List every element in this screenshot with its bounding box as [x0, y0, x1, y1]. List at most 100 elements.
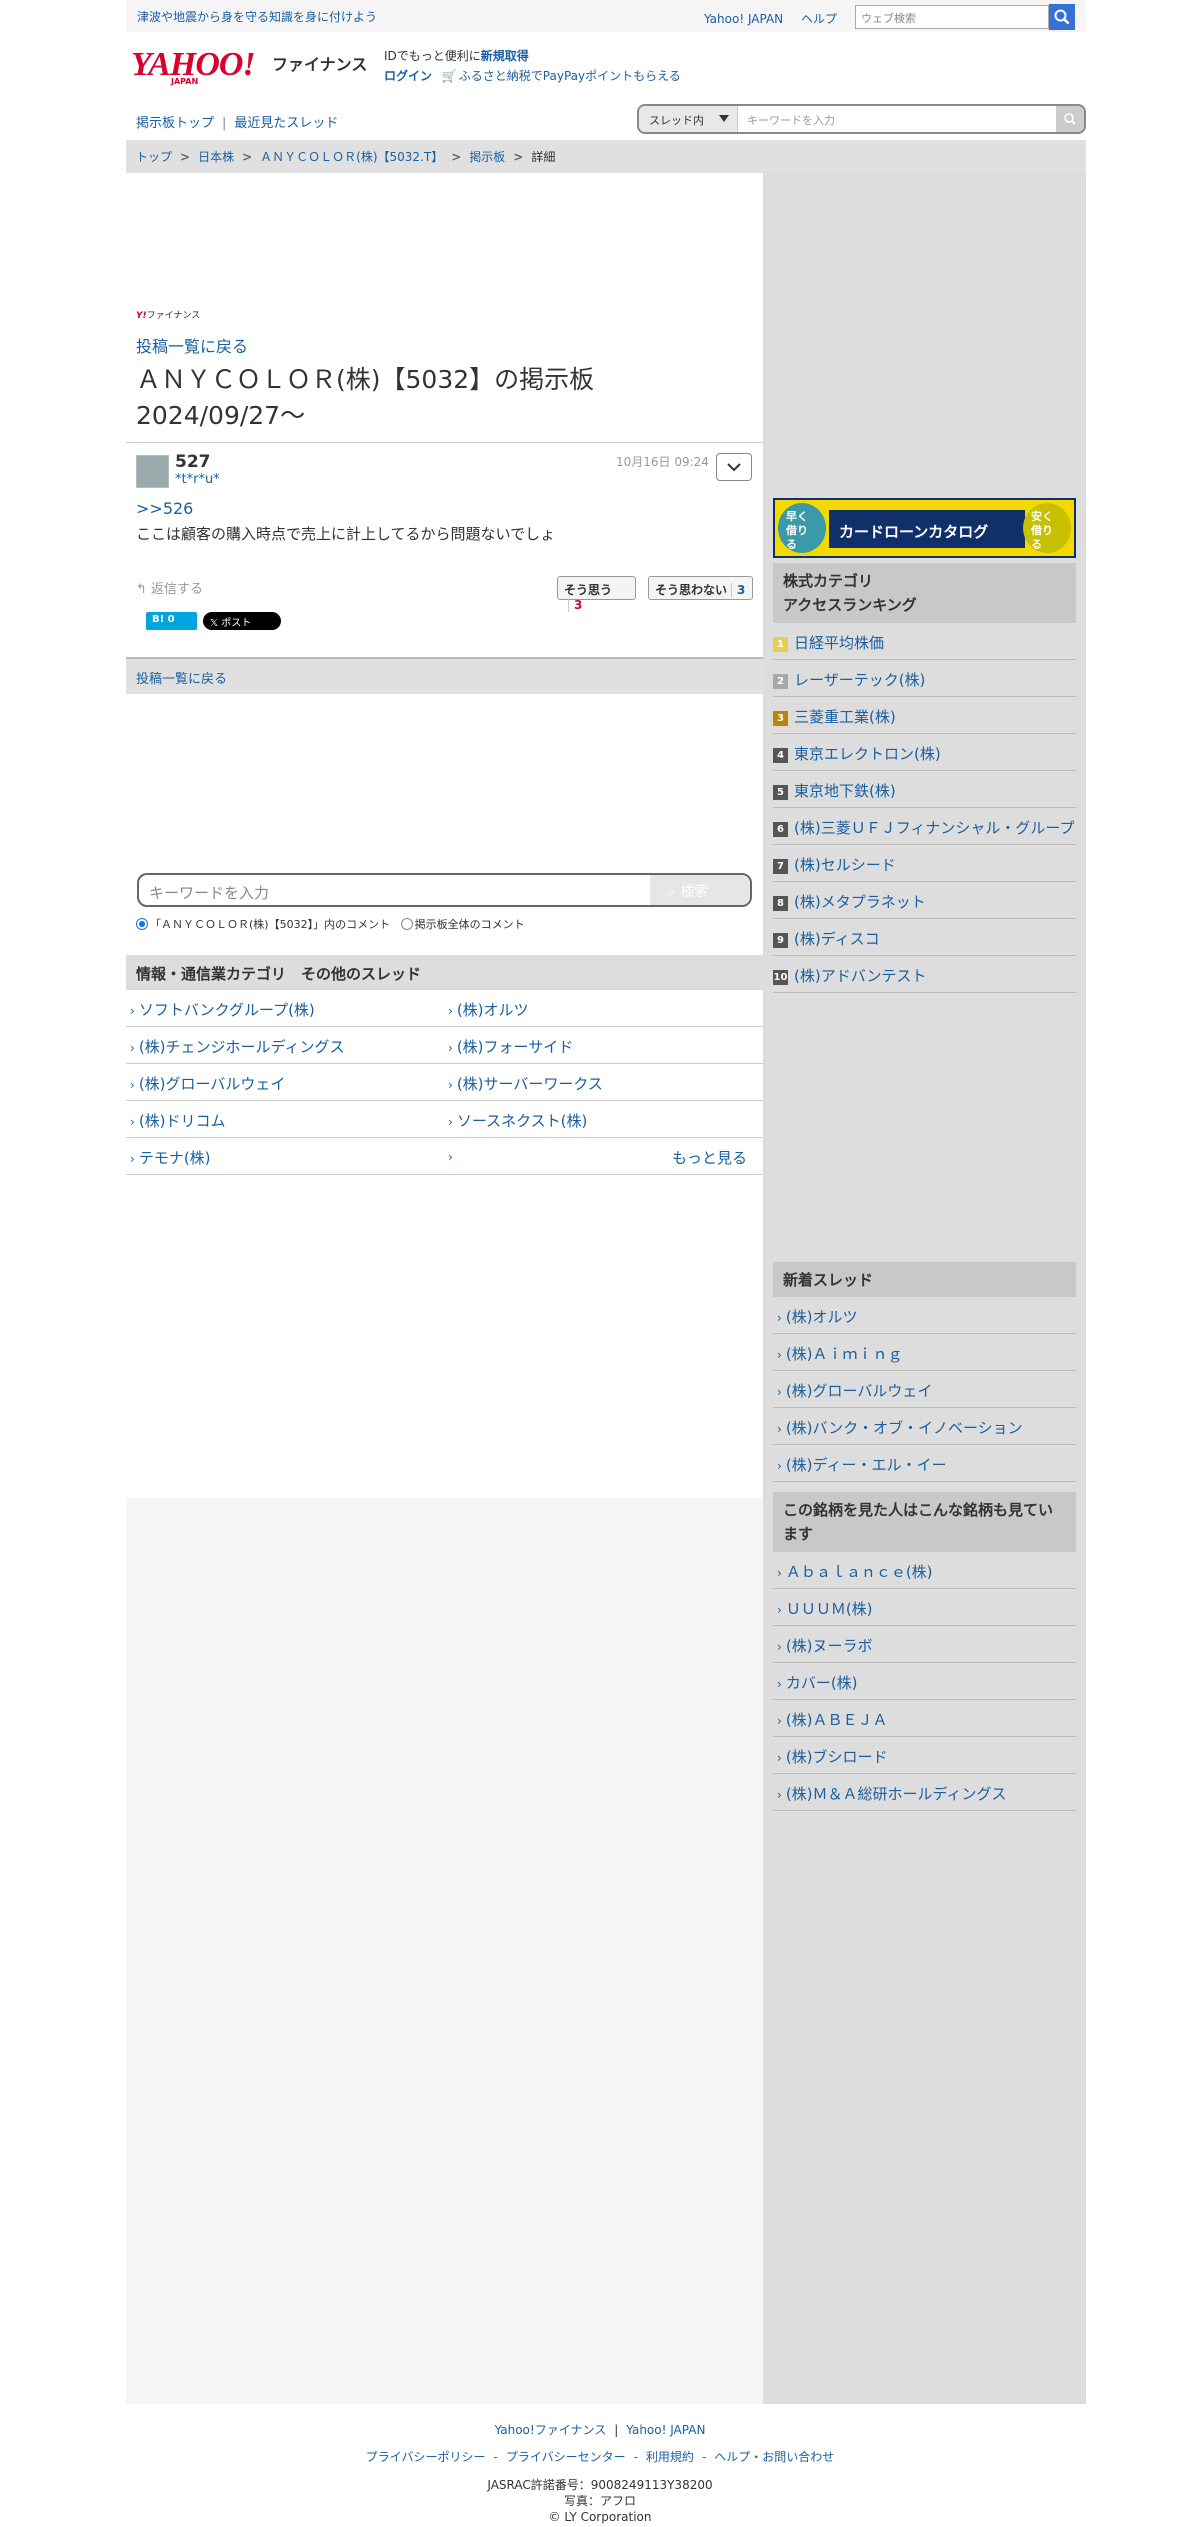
web-search-button[interactable]: [1049, 4, 1075, 30]
chevron-down-icon: [727, 463, 741, 472]
help-contact-link[interactable]: ヘルプ・お問い合わせ: [714, 2450, 834, 2464]
also-viewed-link[interactable]: (株)Ｍ＆Ａ総研ホールディングス: [773, 1774, 1076, 1811]
search-icon: [1064, 113, 1076, 125]
furusato-link[interactable]: ふるさと納税でPayPayポイントもらえる: [459, 69, 681, 83]
other-thread-link[interactable]: ソースネクスト(株): [444, 1101, 763, 1138]
also-viewed-link[interactable]: (株)ブシロード: [773, 1737, 1076, 1774]
thread-search-button[interactable]: [1056, 106, 1084, 132]
new-thread-link[interactable]: (株)オルツ: [773, 1297, 1076, 1334]
ranking-item[interactable]: 4 東京エレクトロン(株): [773, 734, 1076, 771]
thread-search-input[interactable]: キーワードを入力: [747, 112, 835, 128]
ranking-item[interactable]: 3 三菱重工業(株): [773, 697, 1076, 734]
other-thread-link[interactable]: テモナ(株): [126, 1138, 444, 1175]
x-post-button[interactable]: 𝕏 ポスト: [203, 612, 281, 630]
cart-icon: 🛒: [441, 69, 457, 83]
other-thread-link[interactable]: (株)フォーサイド: [444, 1027, 763, 1064]
hatena-bookmark-button[interactable]: B! 0: [146, 612, 197, 630]
more-threads-link[interactable]: もっと見る: [672, 1147, 747, 1168]
subnav-separator: |: [222, 116, 227, 131]
keyword-search-button[interactable]: ⌕ 検索: [650, 875, 750, 905]
ranking-item[interactable]: 9 (株)ディスコ: [773, 919, 1076, 956]
register-link[interactable]: 新規取得: [481, 49, 529, 63]
avatar: [136, 455, 169, 488]
also-viewed-link[interactable]: (株)ヌーラボ: [773, 1626, 1076, 1663]
thread-search: スレッド内 キーワードを入力: [637, 104, 1086, 134]
rank-badge: 2: [773, 674, 788, 689]
yahoo-japan-link[interactable]: Yahoo! JAPAN: [704, 12, 783, 26]
ranking-item[interactable]: 7 (株)セルシード: [773, 845, 1076, 882]
ad-mark: Y!ファイナンス: [136, 308, 200, 321]
ranking-heading-line2: アクセスランキング: [783, 596, 917, 614]
ranking-item[interactable]: 2 レーザーテック(株): [773, 660, 1076, 697]
scope-thread-label: 「ＡＮＹＣＯＬＯＲ(株)【5032】」内のコメント: [150, 918, 391, 931]
other-thread-link[interactable]: (株)グローバルウェイ: [126, 1064, 444, 1101]
also-viewed-link[interactable]: カバー(株): [773, 1663, 1076, 1700]
ranking-item[interactable]: 1 日経平均株価: [773, 623, 1076, 660]
post-date: 10月16日 09:24: [616, 455, 709, 469]
new-thread-link[interactable]: (株)Ａｉｍｉｎｇ: [773, 1334, 1076, 1371]
login-link[interactable]: ログイン: [384, 69, 432, 83]
other-thread-link[interactable]: (株)チェンジホールディングス: [126, 1027, 444, 1064]
breadcrumb-stock[interactable]: ＡＮＹＣＯＬＯＲ(株)【5032.T】: [260, 150, 443, 164]
breadcrumb-top[interactable]: トップ: [136, 150, 172, 164]
sub-nav: 掲示板トップ | 最近見たスレッド: [136, 112, 338, 131]
page-title: ＡＮＹＣＯＬＯＲ(株)【5032】の掲示板 2024/09/27〜: [136, 365, 595, 430]
top-bar: 津波や地震から身を守る知識を身に付けよう Yahoo! JAPAN ヘルプ ウェ…: [126, 0, 1086, 32]
search-scope-select[interactable]: スレッド内: [639, 106, 738, 132]
other-thread-link[interactable]: (株)サーバーワークス: [444, 1064, 763, 1101]
yahoo-finance-logo[interactable]: YAHOO! JAPAN ファイナンス: [131, 46, 376, 86]
reply-button[interactable]: ↰ 返信する: [136, 578, 203, 597]
reply-reference-link[interactable]: >>526: [136, 499, 193, 518]
breadcrumb-board[interactable]: 掲示板: [469, 150, 505, 164]
post-menu-button[interactable]: [716, 453, 752, 481]
breadcrumb-current: 詳細: [531, 150, 556, 164]
help-link[interactable]: ヘルプ: [801, 12, 837, 26]
other-thread-link[interactable]: (株)オルツ: [444, 990, 763, 1027]
back-to-list-bar-link[interactable]: 投稿一覧に戻る: [126, 657, 763, 694]
main-column-fill: [126, 1498, 763, 2404]
footer-finance-link[interactable]: Yahoo!ファイナンス: [495, 2423, 607, 2437]
ranking-item-name: 三菱重工業(株): [794, 708, 896, 726]
card-loan-banner[interactable]: 早く借りる カードローンカタログ 安く借りる: [773, 498, 1076, 558]
post-body: ここは顧客の購入時点で売上に計上してるから問題ないでしょ: [136, 525, 556, 543]
new-thread-link[interactable]: (株)ディー・エル・イー: [773, 1445, 1076, 1482]
search-scope-radios: 「ＡＮＹＣＯＬＯＲ(株)【5032】」内のコメント 掲示板全体のコメント: [136, 916, 525, 932]
post-user-link[interactable]: *t*r*u*: [175, 472, 220, 487]
ranking-item[interactable]: 6 (株)三菱ＵＦＪフィナンシャル・グループ: [773, 808, 1076, 845]
ranking-heading: 株式カテゴリ アクセスランキング: [773, 563, 1076, 623]
web-search-input[interactable]: ウェブ検索: [855, 5, 1049, 29]
disagree-button[interactable]: そう思わない 3: [648, 576, 753, 600]
ad-mark-y: Y!: [136, 311, 147, 321]
footer-yahoo-link[interactable]: Yahoo! JAPAN: [626, 2423, 705, 2437]
ranking-item-name: 東京エレクトロン(株): [794, 745, 941, 763]
ranking-item-name: 日経平均株価: [794, 634, 885, 652]
scope-thread-radio[interactable]: [136, 918, 148, 930]
ranking-heading-line1: 株式カテゴリ: [783, 572, 874, 590]
ranking-item[interactable]: 10 (株)アドバンテスト: [773, 956, 1076, 993]
scope-all-radio[interactable]: [400, 918, 413, 930]
new-thread-link[interactable]: (株)バンク・オブ・イノベーション: [773, 1408, 1076, 1445]
new-thread-link[interactable]: (株)グローバルウェイ: [773, 1371, 1076, 1408]
board-top-link[interactable]: 掲示板トップ: [136, 116, 214, 131]
back-to-list-link[interactable]: 投稿一覧に戻る: [136, 333, 248, 357]
also-viewed-heading: この銘柄を見た人はこんな銘柄も見ています: [773, 1492, 1076, 1552]
other-thread-link[interactable]: (株)ドリコム: [126, 1101, 444, 1138]
also-viewed-link[interactable]: (株)ＡＢＥＪＡ: [773, 1700, 1076, 1737]
breadcrumb-jp-stocks[interactable]: 日本株: [198, 150, 234, 164]
ranking-item[interactable]: 5 東京地下鉄(株): [773, 771, 1076, 808]
agree-button[interactable]: そう思う3: [557, 576, 636, 612]
ranking-item[interactable]: 8 (株)メタプラネット: [773, 882, 1076, 919]
also-viewed-link[interactable]: ＵＵＵＭ(株): [773, 1589, 1076, 1626]
keyword-search-input[interactable]: キーワードを入力: [149, 882, 269, 903]
disaster-promo-link[interactable]: 津波や地震から身を守る知識を身に付けよう: [137, 8, 377, 25]
ranking-item-name: (株)メタプラネット: [794, 893, 926, 911]
privacy-policy-link[interactable]: プライバシーポリシー: [366, 2450, 486, 2464]
rank-badge: 1: [773, 637, 788, 652]
also-viewed-link[interactable]: Ａｂａｌａｎｃｅ(株): [773, 1552, 1076, 1589]
keyword-search: キーワードを入力 ⌕ 検索: [137, 873, 752, 907]
other-thread-link[interactable]: ソフトバンクグループ(株): [126, 990, 444, 1027]
privacy-center-link[interactable]: プライバシーセンター: [506, 2450, 626, 2464]
recent-threads-link[interactable]: 最近見たスレッド: [234, 116, 338, 131]
terms-link[interactable]: 利用規約: [646, 2450, 694, 2464]
ranking-item-name: レーザーテック(株): [794, 671, 926, 689]
